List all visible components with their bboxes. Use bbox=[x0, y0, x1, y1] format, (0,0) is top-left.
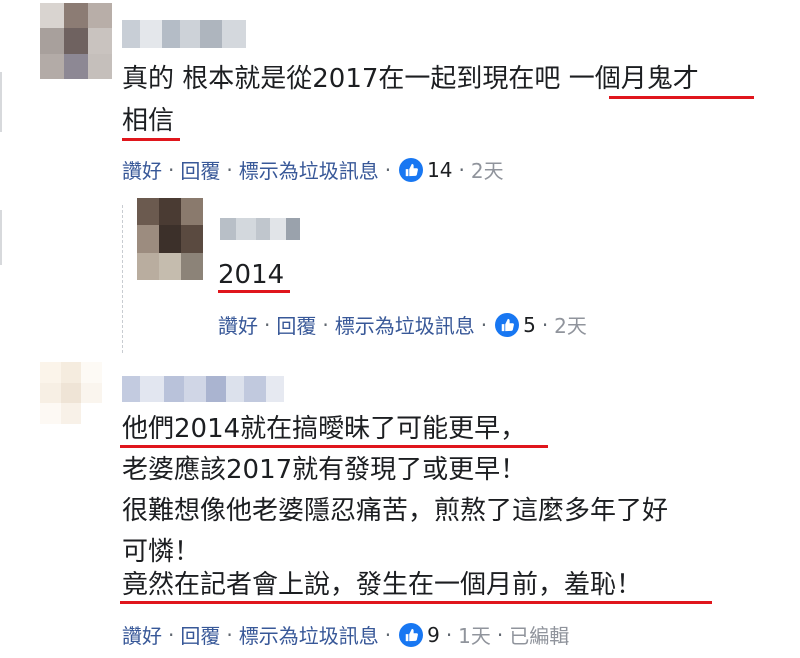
mark-spam-link[interactable]: 標示為垃圾訊息 bbox=[239, 155, 379, 184]
commenter-name-blurred[interactable] bbox=[220, 218, 300, 240]
comment-actions: 讚好 · 回覆 · 標示為垃圾訊息 · 9 · 1天 · 已編輯 bbox=[122, 620, 569, 649]
like-link[interactable]: 讚好 bbox=[122, 155, 162, 184]
reply-link[interactable]: 回覆 bbox=[180, 620, 220, 649]
avatar[interactable] bbox=[137, 198, 203, 280]
separator: · bbox=[541, 312, 549, 337]
edited-label[interactable]: 已編輯 bbox=[509, 620, 569, 649]
separator: · bbox=[168, 157, 175, 182]
left-edge-mark bbox=[0, 72, 2, 132]
comment-actions: 讚好 · 回覆 · 標示為垃圾訊息 · 14 · 2天 bbox=[122, 155, 504, 184]
thumbs-up-icon[interactable] bbox=[399, 157, 424, 182]
thumbs-up-icon[interactable] bbox=[399, 622, 424, 647]
comment-text-line: 相信 bbox=[122, 106, 175, 136]
separator: · bbox=[322, 312, 329, 337]
highlight-underline bbox=[609, 96, 754, 99]
comment-text-line: 真的 根本就是從2017在一起到現在吧 一個月鬼才 bbox=[122, 64, 699, 94]
avatar[interactable] bbox=[40, 3, 112, 79]
comment-actions: 讚好 · 回覆 · 標示為垃圾訊息 · 5 · 2天 bbox=[218, 310, 587, 339]
timestamp[interactable]: 2天 bbox=[471, 155, 504, 184]
comment-text-line: 很難想像他老婆隱忍痛苦，煎熬了這麼多年了好 bbox=[122, 496, 669, 526]
highlight-underline bbox=[122, 138, 180, 141]
comment-text-line: 2014 bbox=[218, 260, 285, 290]
reply-link[interactable]: 回覆 bbox=[180, 155, 220, 184]
comment-text-line: 竟然在記者會上說，發生在一個月前，羞恥！ bbox=[122, 570, 643, 600]
separator: · bbox=[384, 157, 392, 182]
comment-text-line: 可憐！ bbox=[122, 537, 201, 567]
like-count[interactable]: 14 bbox=[427, 158, 452, 182]
separator: · bbox=[384, 622, 392, 647]
commenter-name-blurred[interactable] bbox=[122, 20, 246, 48]
separator: · bbox=[226, 157, 233, 182]
highlight-underline bbox=[120, 601, 712, 604]
separator: · bbox=[226, 622, 233, 647]
reply-thread-line bbox=[122, 205, 123, 353]
reply-link[interactable]: 回覆 bbox=[276, 310, 316, 339]
separator: · bbox=[445, 622, 453, 647]
timestamp[interactable]: 1天 bbox=[458, 620, 491, 649]
like-link[interactable]: 讚好 bbox=[218, 310, 258, 339]
separator: · bbox=[480, 312, 488, 337]
separator: · bbox=[168, 622, 175, 647]
highlight-underline bbox=[218, 290, 290, 293]
avatar[interactable] bbox=[40, 362, 102, 424]
mark-spam-link[interactable]: 標示為垃圾訊息 bbox=[239, 620, 379, 649]
like-link[interactable]: 讚好 bbox=[122, 620, 162, 649]
left-edge-mark bbox=[0, 210, 2, 265]
separator: · bbox=[458, 157, 465, 182]
comment-text-line: 老婆應該2017就有發現了或更早！ bbox=[122, 455, 527, 485]
separator: · bbox=[264, 312, 271, 337]
commenter-name-blurred[interactable] bbox=[122, 376, 284, 402]
like-count[interactable]: 5 bbox=[523, 313, 536, 337]
like-count[interactable]: 9 bbox=[427, 623, 440, 647]
separator: · bbox=[496, 622, 504, 647]
mark-spam-link[interactable]: 標示為垃圾訊息 bbox=[335, 310, 475, 339]
comment-text-line: 他們2014就在搞曖昧了可能更早， bbox=[122, 414, 527, 444]
highlight-underline bbox=[120, 445, 548, 448]
thumbs-up-icon[interactable] bbox=[495, 312, 520, 337]
timestamp[interactable]: 2天 bbox=[554, 310, 587, 339]
